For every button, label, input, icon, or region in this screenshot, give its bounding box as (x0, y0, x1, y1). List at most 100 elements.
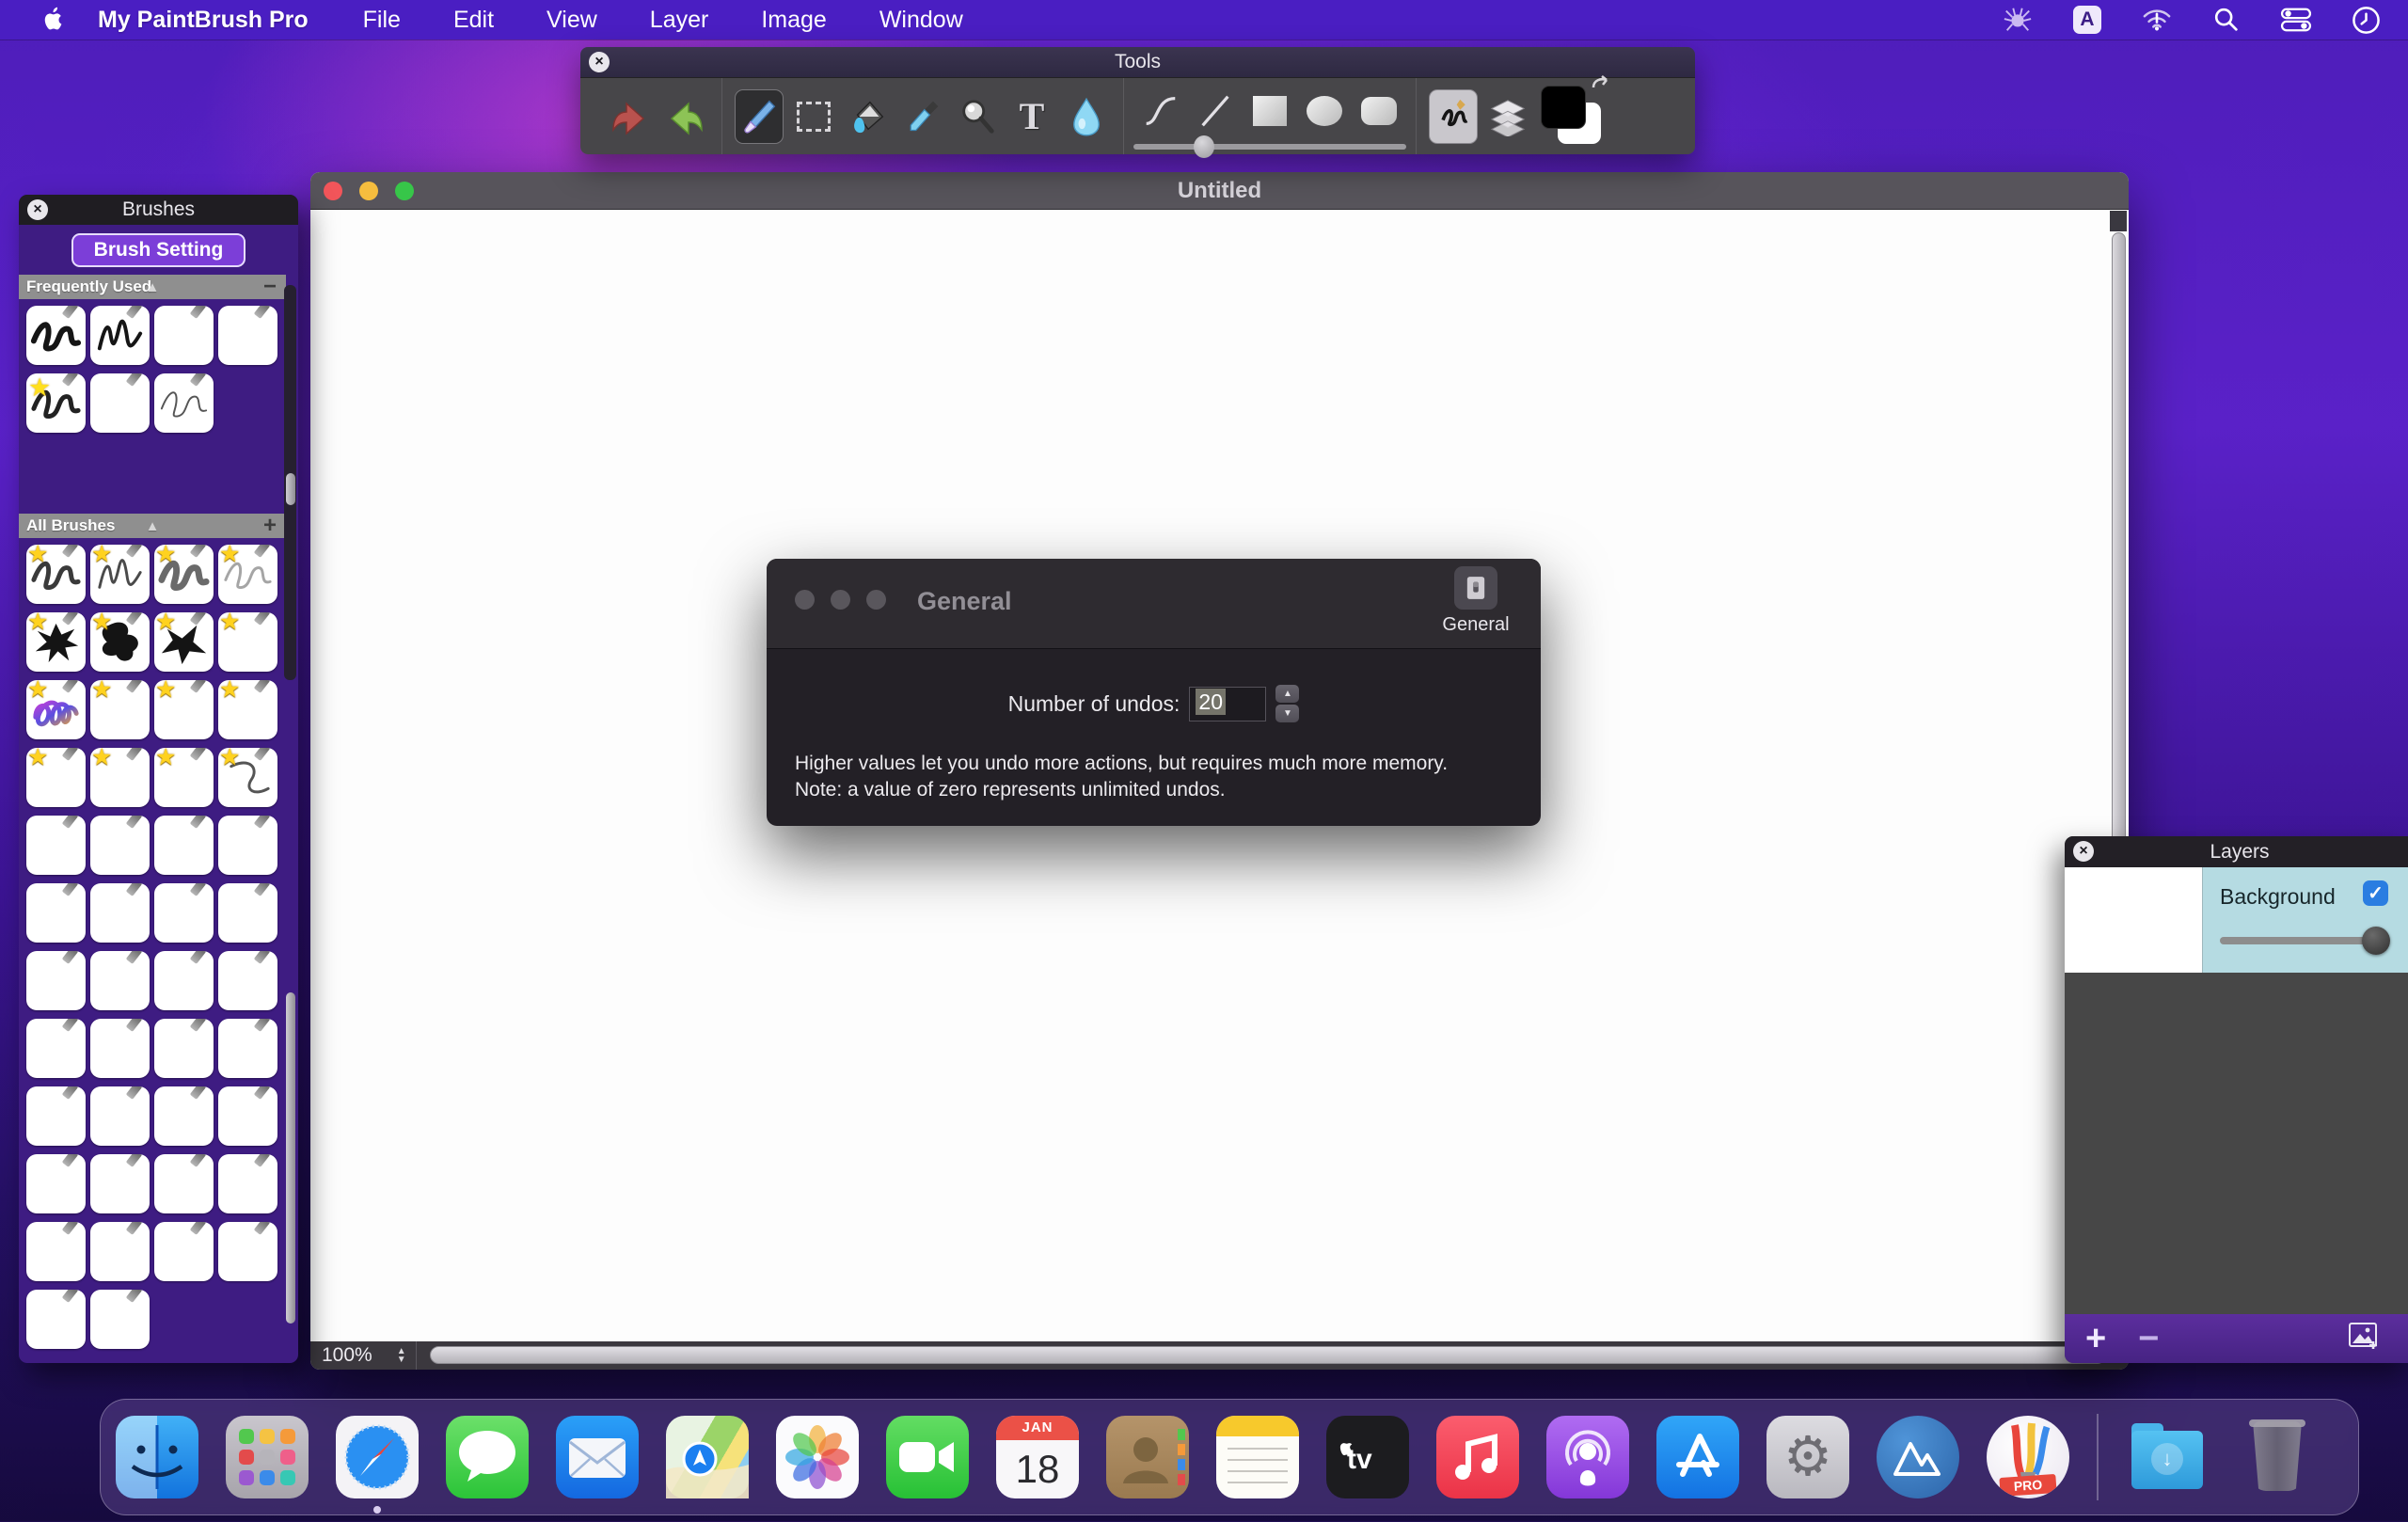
brush-tile-white-hatch[interactable] (26, 1290, 86, 1349)
brush-tile-spray-fine[interactable] (218, 816, 277, 875)
close-icon[interactable]: × (2073, 841, 2094, 862)
undos-stepper[interactable]: ▲▼ (1275, 685, 1299, 722)
brush-tile-charcoal-zigzag[interactable]: ★ (90, 545, 150, 604)
brush-tile-gray-smudge-2[interactable] (26, 1086, 86, 1146)
brush-tile-brush-black-scribble[interactable] (26, 306, 86, 365)
scrollbar-thumb[interactable] (286, 992, 295, 1324)
brush-size-slider[interactable] (1133, 144, 1406, 150)
section-header-all-brushes[interactable]: All Brushes ▲ + (19, 514, 286, 538)
toolbar-tab-general[interactable]: General (1424, 566, 1528, 636)
tool-text[interactable]: T (1007, 89, 1056, 144)
wifi-warning-icon[interactable] (2141, 4, 2173, 36)
tool-color-swatch[interactable] (1541, 86, 1610, 148)
collapse-triangle-icon[interactable]: ▲ (146, 279, 160, 295)
antivirus-spider-icon[interactable] (2002, 4, 2034, 36)
menu-item-edit[interactable]: Edit (453, 7, 494, 34)
brush-tile-airbrush-smudge[interactable] (26, 883, 86, 943)
brush-tile-gray-mist[interactable]: ★ (218, 612, 277, 672)
brush-tile-gray-spot-soft[interactable] (90, 1290, 150, 1349)
brush-tile-gray-smudge[interactable]: ★ (154, 748, 214, 807)
tool-layers-panel-toggle[interactable] (1483, 89, 1532, 144)
menu-item-file[interactable]: File (363, 7, 401, 34)
brush-tile-eraser-marks[interactable] (218, 306, 277, 365)
brush-tile-pen-black-scribble[interactable] (90, 306, 150, 365)
dock-item-app-cleaner[interactable] (1877, 1416, 1959, 1498)
brush-tile-soft-airbrush[interactable] (90, 373, 150, 433)
dock-item-finder[interactable] (116, 1416, 198, 1498)
dock-item-system-preferences[interactable]: ⚙ (1766, 1416, 1849, 1498)
dock-item-messages[interactable] (446, 1416, 529, 1498)
apple-menu-icon[interactable] (41, 6, 66, 34)
brush-tile-ink-splat-3[interactable]: ★ (154, 612, 214, 672)
menu-item-layer[interactable]: Layer (650, 7, 709, 34)
slider-knob[interactable] (1194, 135, 1214, 158)
brush-tile-dark-ring[interactable] (218, 1154, 277, 1213)
scrollbar-thumb[interactable] (286, 473, 295, 505)
undos-input[interactable]: 20 (1189, 687, 1266, 721)
brush-tile-spray-light[interactable] (154, 816, 214, 875)
brush-tile-soft-tip[interactable] (218, 951, 277, 1010)
brushes-panel-titlebar[interactable]: × Brushes (19, 195, 298, 225)
document-titlebar[interactable]: Untitled (310, 172, 2129, 210)
tool-rounded-rectangle[interactable] (1354, 84, 1403, 138)
brush-tile-white-speckle-2[interactable]: ★ (90, 748, 150, 807)
brush-tile-gray-spot[interactable] (154, 1222, 214, 1281)
brush-tile-ink-splat-2[interactable]: ★ (90, 612, 150, 672)
brush-tile-rainbow-loops[interactable]: ★ (26, 680, 86, 739)
tool-water-drop[interactable] (1062, 89, 1111, 144)
brushes-scrollbar[interactable] (284, 285, 296, 680)
dock-item-calendar[interactable]: JAN18 (996, 1416, 1079, 1498)
brush-tile-grass[interactable]: ★ (90, 680, 150, 739)
brush-tile-airbrush-soft[interactable] (90, 883, 150, 943)
dock-item-mail[interactable] (556, 1416, 639, 1498)
dock-item-trash[interactable] (2236, 1416, 2319, 1498)
brush-tile-grass-wide[interactable]: ★ (154, 680, 214, 739)
brush-tile-spray-heavy[interactable] (26, 816, 86, 875)
horizontal-scrollbar[interactable] (416, 1341, 2129, 1370)
menu-item-view[interactable]: View (547, 7, 597, 34)
dock-item-safari[interactable] (336, 1416, 419, 1498)
brush-tile-spray-medium[interactable] (90, 816, 150, 875)
brush-tile-blue-vertical[interactable] (26, 1222, 86, 1281)
dock-item-downloads[interactable]: ↓ (2126, 1416, 2209, 1498)
add-brush-icon[interactable]: + (263, 516, 277, 535)
dock-item-contacts[interactable] (1106, 1416, 1189, 1498)
brush-tile-charcoal-faint[interactable]: ★ (218, 545, 277, 604)
brush-tile-pen-thin-line[interactable] (154, 373, 214, 433)
foreground-color-swatch[interactable] (1541, 86, 1586, 129)
brush-setting-button[interactable]: Brush Setting (71, 233, 246, 267)
collapse-triangle-icon[interactable]: ▲ (146, 518, 160, 534)
brush-tile-blue-vertical-2[interactable] (90, 1222, 150, 1281)
zoom-window-button[interactable] (395, 182, 414, 200)
tool-rectangle[interactable] (1245, 84, 1294, 138)
layer-opacity-slider[interactable] (2220, 937, 2377, 944)
spotlight-search-icon[interactable] (2210, 4, 2242, 36)
input-source-icon[interactable]: A (2071, 4, 2103, 36)
layer-row[interactable]: Background✓ (2065, 867, 2408, 973)
brush-tile-airbrush-speckle[interactable] (26, 951, 86, 1010)
brush-tile-blue-soft-2[interactable] (90, 1019, 150, 1078)
close-icon[interactable]: × (27, 199, 48, 220)
dock-item-my-paintbrush-pro[interactable]: PRO (1987, 1416, 2069, 1498)
brush-tile-star-scribble[interactable]: ★ (26, 373, 86, 433)
tool-straight-line[interactable] (1191, 84, 1240, 138)
layers-panel-titlebar[interactable]: × Layers (2065, 836, 2408, 867)
brush-tile-charcoal-line[interactable]: ★ (218, 748, 277, 807)
brush-tile-gray-vertical[interactable] (154, 1086, 214, 1146)
active-app-name[interactable]: My PaintBrush Pro (98, 7, 309, 34)
close-icon[interactable]: × (589, 52, 610, 72)
add-layer-button[interactable]: + (2085, 1323, 2106, 1355)
brush-tile-dark-blob[interactable] (154, 1154, 214, 1213)
tool-ellipse[interactable] (1300, 84, 1349, 138)
tool-curve-line[interactable] (1136, 84, 1185, 138)
dock-item-podcasts[interactable] (1546, 1416, 1629, 1498)
section-header-frequently-used[interactable]: Frequently Used ▲ − (19, 275, 286, 299)
brush-tile-gray-blob[interactable] (90, 1154, 150, 1213)
tool-eyedropper[interactable] (898, 89, 947, 144)
preferences-titlebar[interactable]: General General (767, 559, 1541, 649)
layer-visibility-checkbox[interactable]: ✓ (2363, 880, 2388, 906)
menu-item-image[interactable]: Image (761, 7, 826, 34)
dock-item-launchpad[interactable] (226, 1416, 309, 1498)
add-image-layer-button[interactable] (2349, 1323, 2381, 1356)
brush-tile-white-speckle[interactable]: ★ (26, 748, 86, 807)
